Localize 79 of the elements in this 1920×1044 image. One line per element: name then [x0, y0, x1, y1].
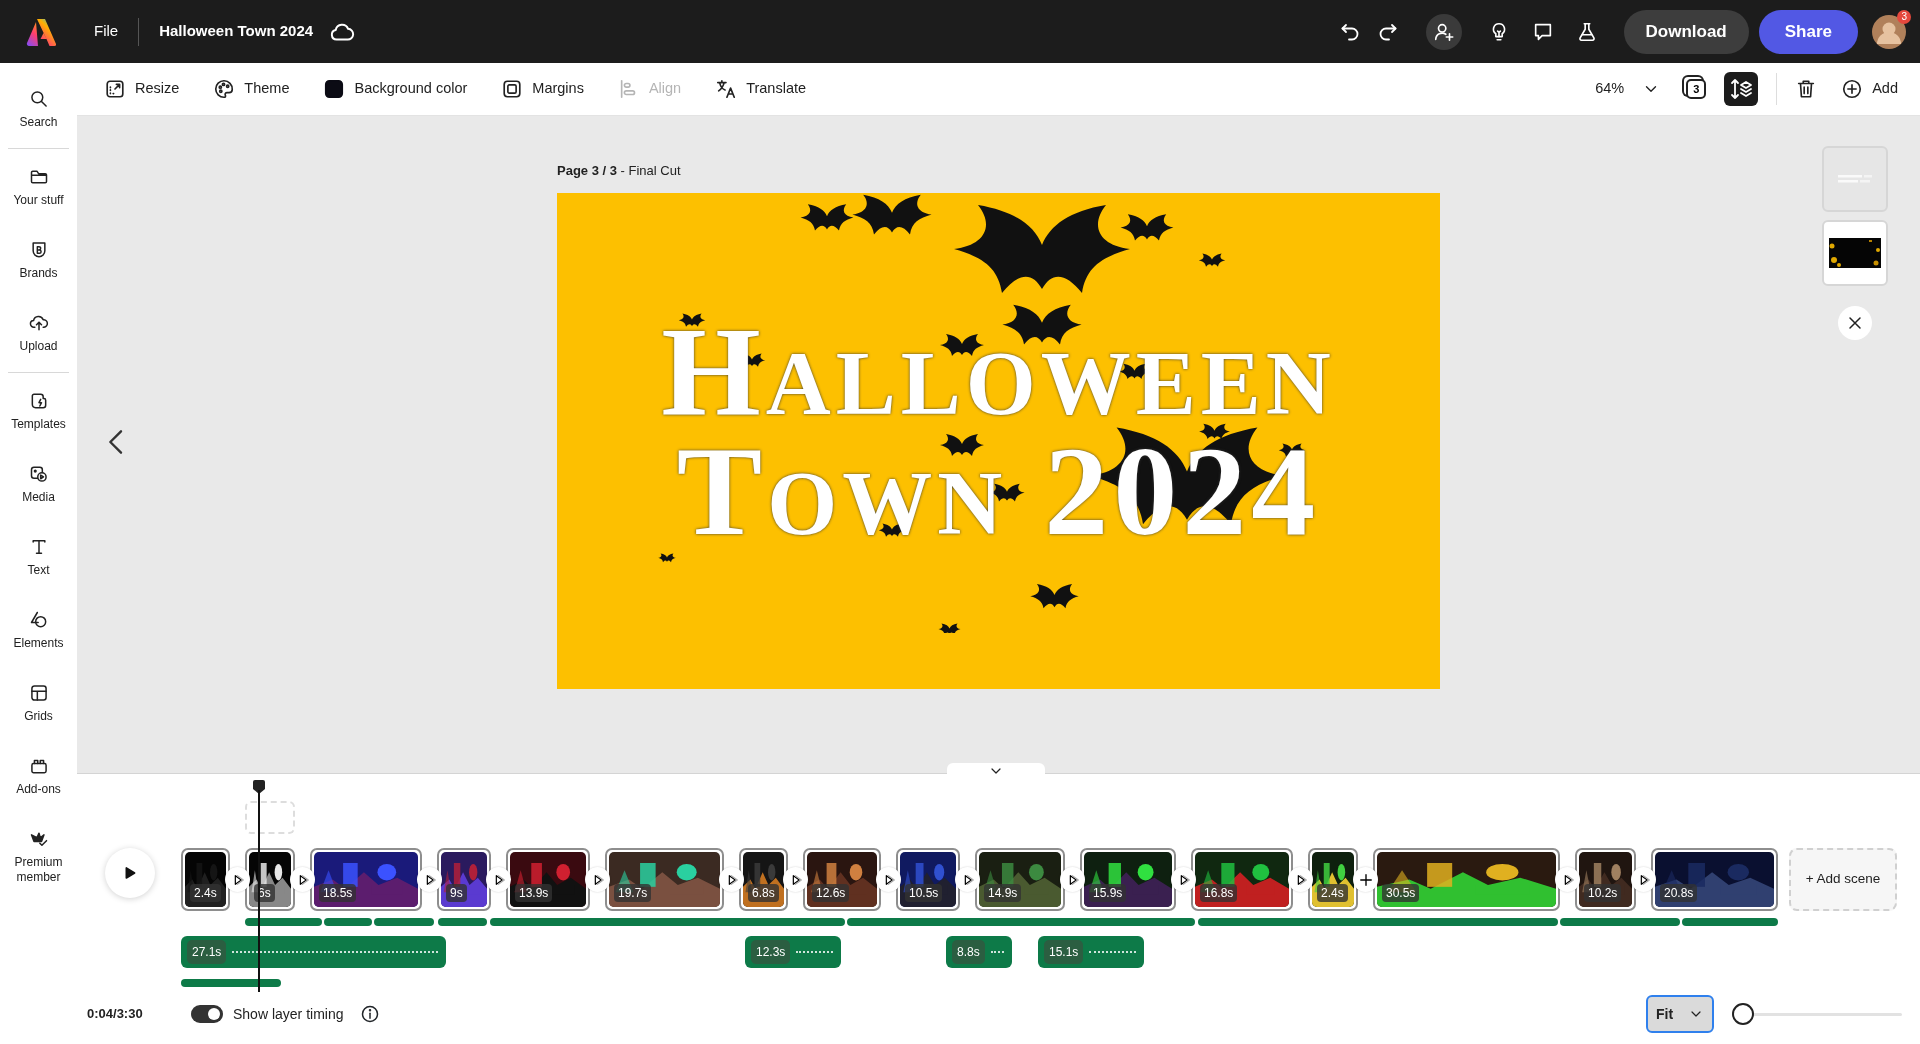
add-button[interactable]: Add [1841, 78, 1898, 100]
fit-dropdown[interactable]: Fit [1646, 995, 1714, 1033]
add-scene-button[interactable]: + Add scene [1789, 848, 1897, 911]
search-icon [28, 89, 49, 109]
toolbar-button[interactable]: Resize [104, 78, 180, 100]
sidebar-item[interactable]: Elements [0, 610, 77, 651]
toggle-label: Show layer timing [233, 1004, 344, 1024]
duration-label: 27.1s [187, 940, 227, 964]
scene-clip[interactable]: 6.8s [739, 848, 788, 911]
page-thumbnail[interactable] [1822, 146, 1888, 212]
media-icon [28, 464, 49, 484]
timing-bar [324, 918, 372, 926]
timing-bar [438, 918, 487, 926]
layer-bar[interactable]: 8.8s [946, 936, 1012, 968]
sidebar-item[interactable]: Text [0, 537, 77, 578]
sidebar-item[interactable]: Add-ons [0, 756, 77, 797]
margins-icon [501, 78, 524, 100]
sidebar-item[interactable]: Upload [0, 313, 77, 354]
sidebar-item[interactable]: Media [0, 464, 77, 505]
scene-clip[interactable]: 2.4s [1308, 848, 1358, 911]
share-button[interactable]: Share [1758, 9, 1858, 54]
color-swatch-icon [323, 78, 346, 100]
scene-clip[interactable]: 30.5s [1373, 848, 1560, 911]
zoom-slider[interactable] [1732, 1003, 1902, 1025]
resize-icon [104, 78, 126, 100]
sidebar-item[interactable]: Grids [0, 683, 77, 724]
scene-clip[interactable]: 14.9s [975, 848, 1065, 911]
sidebar-item[interactable]: Templates [0, 391, 77, 432]
scene-clip[interactable]: 13.9s [506, 848, 590, 911]
duration-label: 8.8s [952, 940, 985, 964]
plus-circle-icon [1841, 78, 1864, 100]
avatar[interactable] [1872, 14, 1906, 49]
close-button[interactable] [1838, 306, 1872, 340]
scene-clip[interactable]: 12.6s [803, 848, 881, 911]
slider-thumb[interactable] [1732, 1003, 1754, 1025]
document-title[interactable]: Halloween Town 2024 [159, 20, 314, 43]
duration-label: 15.1s [1044, 940, 1084, 964]
folder-icon [28, 167, 49, 187]
layer-bar[interactable]: 12.3s [745, 936, 841, 968]
play-button[interactable] [105, 848, 155, 898]
file-menu[interactable]: File [94, 20, 119, 43]
scene-clip[interactable]: 9s [437, 848, 491, 911]
scene-clip[interactable]: 16.8s [1191, 848, 1293, 911]
sidebar-item[interactable]: Search [0, 89, 77, 130]
timing-bar [374, 918, 434, 926]
app-logo[interactable] [26, 16, 56, 47]
page-thumbnail[interactable] [1822, 220, 1888, 286]
scene-view-toggle[interactable] [1724, 72, 1759, 106]
grid-icon [28, 683, 49, 703]
toggle-switch[interactable] [191, 1005, 223, 1023]
layers-icon [1729, 77, 1754, 101]
scene-clip[interactable]: 19.7s [605, 848, 724, 911]
toolbar-button[interactable]: Translate [715, 78, 807, 100]
palette-icon [213, 78, 236, 100]
toolbar-button[interactable]: Theme [213, 78, 290, 100]
scene-clip[interactable]: 18.5s [310, 848, 422, 911]
toolbar-button[interactable]: Margins [501, 78, 584, 100]
sidebar-item[interactable]: Premium member [0, 829, 77, 885]
duration-label: 12.3s [751, 940, 791, 964]
scene-clip[interactable]: 2.4s [181, 848, 230, 911]
notification-badge: 3 [1897, 9, 1911, 24]
invite-button[interactable] [1425, 13, 1462, 50]
zoom-dropdown[interactable]: 64% [1595, 78, 1661, 100]
time-display: 0:04/3:30 [87, 1005, 144, 1024]
sidebar-item[interactable]: Your stuff [0, 167, 77, 208]
scene-clip[interactable]: 10.5s [896, 848, 960, 911]
download-button[interactable]: Download [1623, 9, 1749, 54]
toolbar-button[interactable]: Background color [323, 78, 468, 100]
scene-clip[interactable]: 20.8s [1651, 848, 1778, 911]
translate-icon [715, 78, 738, 100]
shapes-icon [28, 610, 49, 630]
layer-bar[interactable]: 15.1s [1038, 936, 1144, 968]
scene-clip[interactable]: 10.2s [1575, 848, 1636, 911]
layer-bar[interactable]: 27.1s [181, 936, 446, 968]
sidebar-item[interactable]: Brands [0, 240, 77, 281]
upload-icon [28, 313, 49, 333]
page-label: Page 3 / 3 - Final Cut [557, 162, 682, 180]
info-icon[interactable] [359, 1004, 380, 1024]
scene-clip[interactable]: 15.9s [1080, 848, 1176, 911]
